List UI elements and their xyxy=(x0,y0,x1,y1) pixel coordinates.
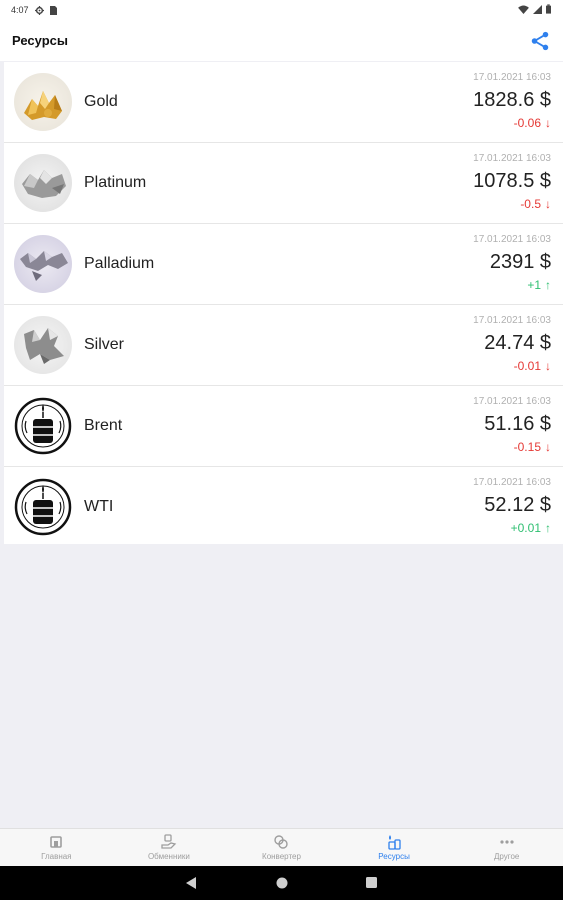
resource-change: -0.5 ↓ xyxy=(520,197,551,211)
change-value: -0.15 xyxy=(513,440,541,454)
home-icon xyxy=(50,836,63,848)
status-bar: 4:07 xyxy=(0,0,563,20)
resource-price: 51.16 $ xyxy=(484,413,551,435)
tab-exchangers[interactable]: Обменники xyxy=(113,829,226,867)
resource-timestamp: 17.01.2021 16:03 xyxy=(473,153,551,164)
change-value: -0.5 xyxy=(520,197,541,211)
oil-barrel-icon xyxy=(14,478,72,536)
tab-converter[interactable]: Конвертер xyxy=(225,829,338,867)
resource-timestamp: 17.01.2021 16:03 xyxy=(473,396,551,407)
tab-label: Ресурсы xyxy=(378,852,410,861)
resource-row-wti[interactable]: WTI 17.01.2021 16:03 52.12 $ +0.01 ↑ xyxy=(4,467,563,547)
gold-nuggets-image xyxy=(14,73,72,131)
resource-change: +0.01 ↑ xyxy=(511,521,551,535)
tab-label: Главная xyxy=(41,852,72,861)
resource-name: Silver xyxy=(84,336,125,353)
back-icon[interactable] xyxy=(186,877,197,889)
settings-gear-icon xyxy=(34,5,44,15)
palladium-crystal-image xyxy=(14,235,72,293)
tab-label: Другое xyxy=(493,852,520,861)
resource-price: 52.12 $ xyxy=(484,494,551,516)
silver-crystal-image xyxy=(14,316,72,374)
resource-price: 2391 $ xyxy=(489,251,551,273)
tab-label: Конвертер xyxy=(262,852,301,861)
resource-row-silver[interactable]: Silver 17.01.2021 16:03 24.74 $ -0.01 ↓ xyxy=(4,305,563,386)
resource-name: Brent xyxy=(84,417,123,434)
resources-list: Gold 17.01.2021 16:03 1828.6 $ -0.06 ↓ P… xyxy=(4,62,563,544)
platinum-nuggets-image xyxy=(14,154,72,212)
resource-name: WTI xyxy=(84,498,114,515)
exchange-hand-icon xyxy=(161,834,177,849)
arrow-up-icon: ↑ xyxy=(545,521,551,535)
arrow-down-icon: ↓ xyxy=(545,116,551,130)
resource-row-brent[interactable]: Brent 17.01.2021 16:03 51.16 $ -0.15 ↓ xyxy=(4,386,563,467)
wifi-icon xyxy=(518,4,529,14)
resource-name: Gold xyxy=(84,93,118,110)
system-nav-bar xyxy=(0,866,563,900)
resource-change: -0.06 ↓ xyxy=(514,116,551,130)
battery-icon xyxy=(546,4,551,14)
home-button-icon[interactable] xyxy=(276,877,288,889)
change-value: -0.06 xyxy=(513,116,541,130)
resource-price: 24.74 $ xyxy=(484,332,551,354)
tab-label: Обменники xyxy=(147,852,190,861)
resource-timestamp: 17.01.2021 16:03 xyxy=(473,315,551,326)
resource-price: 1078.5 $ xyxy=(473,170,551,192)
sim-card-icon xyxy=(49,5,57,15)
resource-change: -0.15 ↓ xyxy=(514,440,551,454)
recents-icon[interactable] xyxy=(366,877,377,888)
resource-row-platinum[interactable]: Platinum 17.01.2021 16:03 1078.5 $ -0.5 … xyxy=(4,143,563,224)
resource-row-palladium[interactable]: Palladium 17.01.2021 16:03 2391 $ +1 ↑ xyxy=(4,224,563,305)
resources-icon xyxy=(388,835,401,850)
converter-icon xyxy=(274,835,289,849)
signal-icon xyxy=(533,4,542,14)
resource-name: Palladium xyxy=(84,255,155,272)
more-dots-icon xyxy=(500,840,514,844)
app-header: Ресурсы xyxy=(0,20,563,61)
tab-resources[interactable]: Ресурсы xyxy=(338,829,451,867)
change-value: +1 xyxy=(527,278,541,292)
tab-main[interactable]: Главная xyxy=(0,829,113,867)
page-title: Ресурсы xyxy=(12,33,68,48)
resource-timestamp: 17.01.2021 16:03 xyxy=(473,234,551,245)
resource-change: -0.01 ↓ xyxy=(514,359,551,373)
change-value: -0.01 xyxy=(513,359,541,373)
resource-timestamp: 17.01.2021 16:03 xyxy=(473,72,551,83)
arrow-down-icon: ↓ xyxy=(545,440,551,454)
status-time: 4:07 xyxy=(11,5,29,15)
share-icon[interactable] xyxy=(529,30,551,52)
tab-other[interactable]: Другое xyxy=(450,829,563,867)
arrow-down-icon: ↓ xyxy=(545,197,551,211)
resource-row-gold[interactable]: Gold 17.01.2021 16:03 1828.6 $ -0.06 ↓ xyxy=(4,62,563,143)
oil-barrel-icon xyxy=(14,397,72,455)
change-value: +0.01 xyxy=(510,521,541,535)
resource-change: +1 ↑ xyxy=(527,278,551,292)
resource-price: 1828.6 $ xyxy=(473,89,551,111)
arrow-up-icon: ↑ xyxy=(545,278,551,292)
resource-name: Platinum xyxy=(84,174,147,191)
arrow-down-icon: ↓ xyxy=(545,359,551,373)
bottom-nav: Главная Обменники Конвертер Ресурсы Друг… xyxy=(0,828,563,867)
resource-timestamp: 17.01.2021 16:03 xyxy=(473,477,551,488)
